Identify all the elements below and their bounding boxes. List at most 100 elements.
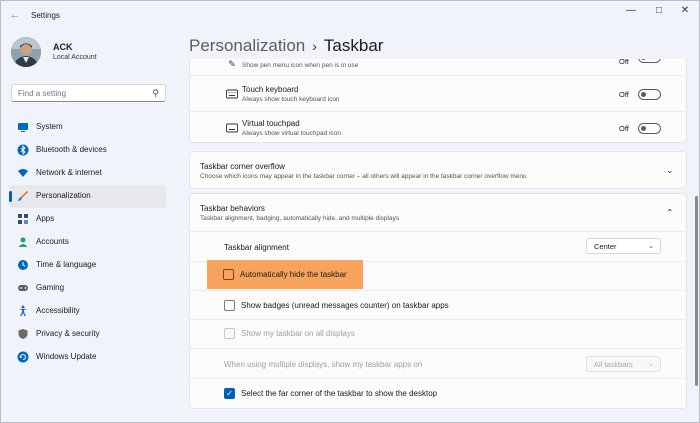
divider: [190, 290, 688, 291]
toggle-knob: [641, 59, 646, 60]
breadcrumb: Personalization › Taskbar: [189, 36, 383, 56]
search-box[interactable]: ⚲: [11, 84, 166, 102]
sidebar-item-apps[interactable]: Apps: [9, 208, 166, 231]
brush-icon: [17, 190, 29, 202]
search-input[interactable]: [18, 88, 146, 99]
sidebar-item-label: Bluetooth & devices: [36, 145, 107, 154]
apps-icon: [17, 213, 29, 225]
sidebar-item-label: Accessibility: [36, 306, 80, 315]
sidebar-item-windows-update[interactable]: Windows Update: [9, 346, 166, 369]
behaviors-title: Taskbar behaviors: [200, 204, 265, 213]
maximize-icon[interactable]: □: [645, 4, 673, 18]
far-corner-checkbox[interactable]: ✓: [224, 388, 235, 399]
pen-menu-subtitle: Show pen menu icon when pen is in use: [242, 62, 359, 69]
breadcrumb-separator: ›: [312, 38, 317, 54]
sidebar-item-accessibility[interactable]: Accessibility: [9, 300, 166, 323]
bluetooth-icon: [17, 144, 29, 156]
toggle-knob: [641, 126, 646, 131]
behaviors-subtitle: Taskbar alignment, badging, automaticall…: [200, 215, 400, 222]
update-icon: [17, 351, 29, 363]
window-title: Settings: [31, 11, 60, 20]
virtual-touchpad-subtitle: Always show virtual touchpad icon: [242, 130, 341, 137]
taskbar-alignment-dropdown[interactable]: Center ⌄: [586, 238, 661, 254]
touch-keyboard-title: Touch keyboard: [242, 85, 299, 94]
checkmark-icon: ✓: [226, 389, 233, 398]
sidebar-item-label: Personalization: [36, 191, 91, 200]
sidebar-item-accounts[interactable]: Accounts: [9, 231, 166, 254]
scrollbar[interactable]: [695, 196, 698, 386]
taskbar-corner-overflow-card[interactable]: Taskbar corner overflow Choose which ico…: [189, 151, 687, 189]
touch-keyboard-toggle[interactable]: [638, 89, 661, 100]
monitor-icon: [17, 121, 29, 133]
show-badges-label: Show badges (unread messages counter) on…: [241, 301, 449, 310]
chevron-up-icon[interactable]: ⌄: [666, 206, 674, 217]
multi-display-value: All taskbars: [594, 360, 633, 369]
show-badges-checkbox[interactable]: [224, 300, 235, 311]
settings-window: ← Settings — □ ✕ ACK Local Account ⚲ Sys…: [0, 0, 700, 423]
taskbar-behaviors-card: Taskbar behaviors Taskbar alignment, bad…: [189, 193, 688, 409]
auto-hide-highlight[interactable]: Automatically hide the taskbar: [207, 260, 363, 289]
person-icon: [17, 236, 29, 248]
settings-content: ✎ Show pen menu icon when pen is in use …: [189, 59, 689, 409]
title-bar: ← Settings — □ ✕: [1, 1, 699, 31]
sidebar-item-label: Privacy & security: [36, 329, 100, 338]
sidebar-item-label: Accounts: [36, 237, 69, 246]
touchpad-icon: [226, 123, 238, 133]
all-displays-checkbox[interactable]: [224, 328, 235, 339]
touch-keyboard-state: Off: [619, 90, 629, 99]
toggle-knob: [641, 92, 646, 97]
back-arrow-icon[interactable]: ←: [7, 7, 23, 23]
corner-overflow-title: Taskbar corner overflow: [200, 162, 285, 171]
alignment-value: Center: [594, 242, 617, 251]
divider: [190, 319, 688, 320]
sidebar-item-label: Time & language: [36, 260, 97, 269]
sidebar-item-label: Gaming: [36, 283, 65, 292]
sidebar-item-gaming[interactable]: Gaming: [9, 277, 166, 300]
multi-display-label: When using multiple displays, show my ta…: [224, 360, 423, 369]
taskbar-corner-icons-card: ✎ Show pen menu icon when pen is in use …: [189, 59, 688, 143]
far-corner-label: Select the far corner of the taskbar to …: [241, 389, 438, 398]
gamepad-icon: [17, 282, 29, 294]
globe-clock-icon: [17, 259, 29, 271]
sidebar-item-network-internet[interactable]: Network & internet: [9, 162, 166, 185]
minimize-icon[interactable]: —: [617, 4, 645, 18]
pen-icon: ✎: [228, 59, 236, 69]
keyboard-icon: [226, 89, 238, 99]
sidebar-item-time-language[interactable]: Time & language: [9, 254, 166, 277]
sidebar-nav: System Bluetooth & devices Network & int…: [9, 116, 166, 369]
divider: [190, 231, 688, 232]
sidebar-item-label: Windows Update: [36, 352, 97, 361]
avatar-photo-icon: [11, 37, 41, 67]
multi-display-dropdown[interactable]: All taskbars ⌄: [586, 356, 661, 372]
pen-menu-toggle[interactable]: [638, 59, 661, 63]
sidebar-item-personalization[interactable]: Personalization: [9, 185, 166, 208]
sidebar-item-system[interactable]: System: [9, 116, 166, 139]
breadcrumb-parent[interactable]: Personalization: [189, 36, 305, 55]
divider: [190, 111, 688, 112]
all-displays-label: Show my taskbar on all displays: [241, 329, 355, 338]
taskbar-alignment-label: Taskbar alignment: [224, 243, 289, 252]
search-icon[interactable]: ⚲: [152, 88, 159, 99]
divider: [190, 75, 688, 76]
virtual-touchpad-toggle[interactable]: [638, 123, 661, 134]
sidebar-item-label: Network & internet: [36, 168, 102, 177]
pen-menu-state: Off: [619, 59, 629, 66]
sidebar-item-bluetooth-devices[interactable]: Bluetooth & devices: [9, 139, 166, 162]
virtual-touchpad-state: Off: [619, 124, 629, 133]
auto-hide-checkbox[interactable]: [223, 269, 234, 280]
avatar[interactable]: [11, 37, 41, 67]
chevron-down-icon[interactable]: ⌄: [666, 165, 674, 176]
accessibility-icon: [17, 305, 29, 317]
corner-overflow-subtitle: Choose which icons may appear in the tas…: [200, 173, 527, 180]
account-type: Local Account: [53, 54, 97, 61]
sidebar-item-label: Apps: [36, 214, 55, 223]
chevron-down-icon: ⌄: [648, 361, 654, 368]
sidebar-item-privacy-security[interactable]: Privacy & security: [9, 323, 166, 346]
auto-hide-label: Automatically hide the taskbar: [240, 270, 347, 279]
divider: [190, 348, 688, 349]
sidebar-item-label: System: [36, 122, 63, 131]
divider: [190, 378, 688, 379]
wifi-icon: [17, 167, 29, 179]
close-icon[interactable]: ✕: [671, 4, 699, 18]
user-name: ACK: [53, 42, 73, 52]
